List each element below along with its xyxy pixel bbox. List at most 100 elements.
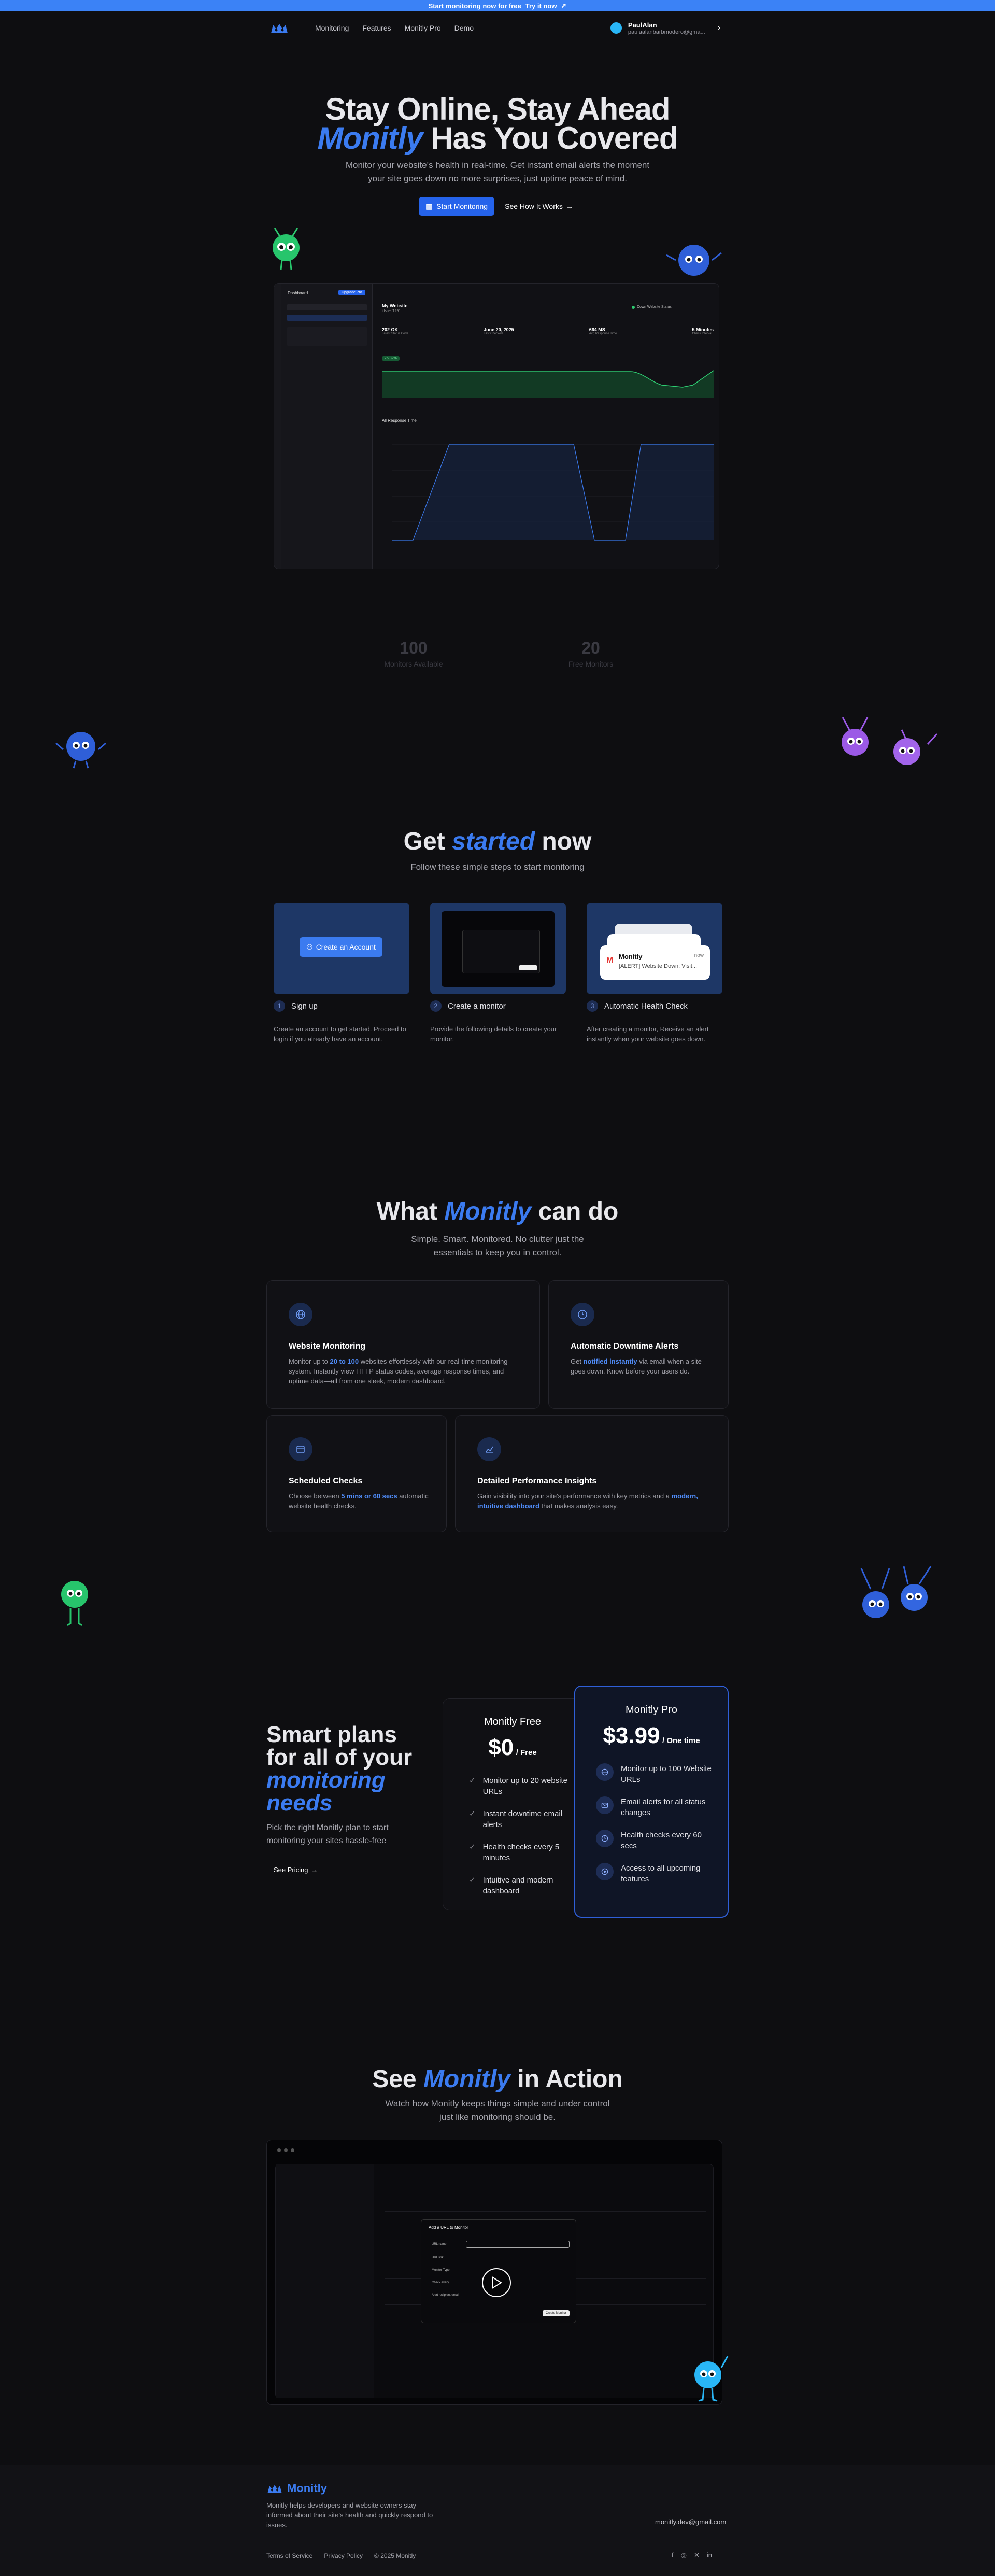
plan-name: Monitly Free: [484, 1716, 542, 1728]
step-card-alert: M Monitly [ALERT] Website Down: Visit...…: [587, 903, 722, 994]
nav-link-monitoring[interactable]: Monitoring: [315, 24, 349, 32]
purple-mascots-icon: [842, 717, 938, 765]
step-title: Sign up: [291, 1001, 318, 1011]
nav-link-demo[interactable]: Demo: [454, 24, 474, 32]
plans-title-em: monitoring: [266, 1767, 386, 1793]
check-icon: ✓: [469, 1776, 476, 1785]
features-subtitle: Simple. Smart. Monitored. No clutter jus…: [411, 1234, 584, 1257]
title-part: What: [376, 1198, 437, 1225]
uptime-chart: [382, 370, 714, 398]
title-em: Monitly: [423, 2065, 510, 2093]
globe-icon: [289, 1303, 312, 1326]
start-monitoring-label: Start Monitoring: [436, 202, 488, 210]
plans-title: Smart plans for all of your monitoring n…: [266, 1723, 412, 1815]
title-part: now: [542, 828, 592, 855]
see-pricing-label: See Pricing: [274, 1866, 308, 1874]
gmail-icon: M: [606, 956, 614, 965]
hero-title-rest: Has You Covered: [431, 121, 678, 155]
sidebar-item-active[interactable]: [287, 315, 367, 321]
step-3-desc: After creating a monitor, Receive an ale…: [587, 1025, 709, 1043]
metric-last-checked: June 20, 2025 Last Checked: [484, 327, 514, 335]
demo-subtitle: Watch how Monitly keeps things simple an…: [385, 2099, 610, 2122]
banner-text: Start monitoring now for free: [428, 2, 521, 10]
step-title: Create a monitor: [448, 1001, 506, 1011]
user-name: PaulAlan: [628, 21, 657, 29]
create-monitor-button[interactable]: Create Monitor: [543, 2310, 570, 2316]
create-account-label: Create an Account: [316, 943, 376, 951]
chart-icon: ▥: [425, 202, 433, 210]
arrow-right-icon: →: [311, 1866, 318, 1874]
monitly-logo: [267, 2485, 282, 2493]
cyan-mascot-icon: [694, 2356, 729, 2402]
check-icon: ✓: [469, 1809, 476, 1818]
plans-title-line: for all of your: [266, 1745, 413, 1770]
title-em: started: [451, 828, 535, 855]
facebook-icon[interactable]: f: [672, 2551, 674, 2559]
demo-video[interactable]: Add a URL to Monitor URL name URL link M…: [266, 2140, 722, 2405]
window-dots: [277, 2148, 294, 2152]
url-name-input[interactable]: [466, 2241, 570, 2248]
plan-feature: Health checks every 60 secs: [596, 1830, 715, 1851]
step-2: 2 Create a monitor: [430, 1000, 506, 1012]
monitor-form-preview: [442, 911, 555, 987]
step-title: Automatic Health Check: [604, 1001, 688, 1011]
twitter-icon[interactable]: ✕: [694, 2551, 700, 2559]
see-pricing-link[interactable]: See Pricing →: [274, 1866, 318, 1874]
chevron-right-icon[interactable]: ›: [718, 23, 720, 33]
feature-title: Website Monitoring: [289, 1342, 366, 1351]
user-menu[interactable]: PaulAlan paulaalanbarbmodero@gma... ›: [609, 21, 720, 35]
upgrade-button[interactable]: Upgrade Pro: [338, 290, 365, 295]
nav-link-monitly-pro[interactable]: Monitly Pro: [405, 24, 441, 32]
sidebar-search[interactable]: [287, 304, 367, 310]
site-url: ldsnet/1291: [382, 309, 401, 313]
feature-desc: Monitor up to 20 to 100 websites effortl…: [289, 1357, 508, 1385]
create-account-button[interactable]: ⚇ Create an Account: [300, 937, 382, 957]
footer-email[interactable]: monitly.dev@gmail.com: [655, 2518, 726, 2526]
promo-banner[interactable]: Start monitoring now for free Try it now…: [0, 0, 995, 11]
privacy-link[interactable]: Privacy Policy: [324, 2552, 363, 2559]
step-card-monitor: [430, 903, 566, 994]
plan-card-pro: Monitly Pro $3.99 / One time Monitor up …: [574, 1686, 729, 1918]
plan-feature: Monitor up to 100 Website URLs: [596, 1763, 715, 1785]
avatar: [609, 21, 623, 35]
metrics-row: 202 OK Latest Status Code June 20, 2025 La…: [382, 327, 714, 335]
plan-name: Monitly Pro: [625, 1704, 678, 1716]
feature-desc: Choose between 5 mins or 60 secs automat…: [289, 1492, 429, 1510]
title-em: Monitly: [444, 1198, 532, 1225]
nav-link-features[interactable]: Features: [362, 24, 391, 32]
clock-icon: [596, 1830, 614, 1847]
response-chart-title: All Response Time: [382, 418, 417, 423]
step-number: 3: [587, 1000, 598, 1012]
hero-brand: Monitly: [317, 121, 423, 155]
title-part: can do: [538, 1198, 619, 1225]
step-number: 1: [274, 1000, 285, 1012]
footer-brand[interactable]: Monitly: [266, 2482, 327, 2495]
monitly-logo[interactable]: [269, 22, 289, 34]
modal-title: Add a URL to Monitor: [429, 2225, 468, 2230]
globe-icon: [596, 1763, 614, 1781]
field-label: URL link: [432, 2256, 444, 2259]
metric-response: 664 MS Avg Response Time: [589, 327, 617, 335]
plans-title-em: needs: [266, 1790, 333, 1816]
instagram-icon[interactable]: ◎: [681, 2551, 687, 2559]
demo-app-frame: Add a URL to Monitor URL name URL link M…: [275, 2164, 714, 2398]
start-monitoring-button[interactable]: ▥ Start Monitoring: [419, 197, 494, 216]
banner-cta[interactable]: Try it now: [525, 2, 557, 10]
stat-monitors-label: Monitors Available: [384, 660, 443, 668]
arrow-right-icon: →: [565, 202, 573, 210]
get-started-subtitle: Follow these simple steps to start monit…: [410, 862, 585, 872]
field-label: Alert recipient email: [432, 2294, 459, 2297]
feature-card-alerts: Automatic Downtime Alerts Get notified i…: [548, 1280, 729, 1409]
linkedin-icon[interactable]: in: [707, 2551, 712, 2559]
sidebar-site-card[interactable]: [287, 327, 367, 346]
plan-feature: ✓ Monitor up to 20 website URLs: [469, 1776, 568, 1796]
blue-mascots-icon: [860, 1566, 932, 1618]
footer-desc: Monitly helps developers and website own…: [266, 2501, 433, 2529]
title-part: Get: [403, 828, 445, 855]
see-how-button[interactable]: See How It Works →: [503, 197, 575, 216]
play-icon[interactable]: [482, 2268, 511, 2297]
terms-link[interactable]: Terms of Service: [266, 2552, 312, 2559]
step-number: 2: [430, 1000, 442, 1012]
rocket-icon: ➚: [561, 2, 567, 9]
email-alert-notification: M Monitly [ALERT] Website Down: Visit...…: [600, 945, 710, 980]
